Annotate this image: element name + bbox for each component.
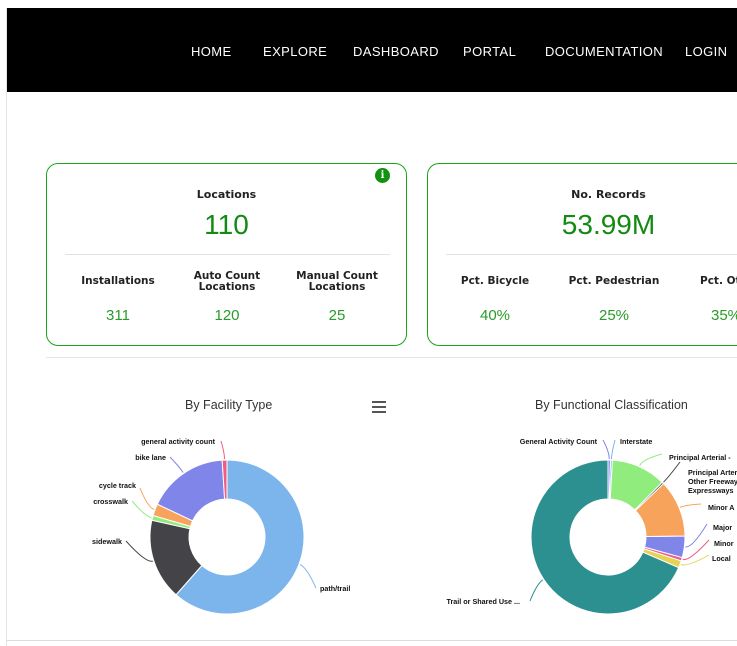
pie-connector-line <box>663 461 681 483</box>
pie-label: Minor A <box>708 503 734 512</box>
pie-label: sidewalk <box>92 537 122 546</box>
pie-connector-line <box>131 500 152 519</box>
pie-connector-line <box>125 540 153 562</box>
pie-connector-line <box>220 440 226 460</box>
page-border-bottom <box>6 640 737 641</box>
pie-label: path/trail <box>320 584 350 593</box>
pie-connector-line <box>602 439 610 460</box>
pie-label: bike lane <box>135 453 166 462</box>
pie-label: Minor <box>714 539 734 548</box>
pie-connector-line <box>685 523 708 548</box>
pie-label-continuation: Expressways <box>688 486 734 495</box>
pie-connector-line <box>610 439 616 460</box>
pie-connector-line <box>679 503 702 508</box>
pie-label: Major <box>713 523 732 532</box>
pie-label: Principal Arterial - <box>669 453 731 462</box>
pie-label: cycle track <box>99 481 136 490</box>
pie-label: Trail or Shared Use ... <box>447 597 521 606</box>
pie-connector-line <box>169 456 184 473</box>
pie-label: Interstate <box>620 437 652 446</box>
pie-label: General Activity Count <box>520 437 598 446</box>
pie-connector-line <box>139 487 155 510</box>
pie-label: general activity count <box>141 437 215 446</box>
pie-label-continuation: Other Freeway <box>688 477 737 486</box>
donut-facility-type: path/trail sidewalk crosswalk cycle track bi… <box>92 437 350 615</box>
pie-label: Local <box>712 554 731 563</box>
pie-label: crosswalk <box>93 497 128 506</box>
pie-connector-line <box>299 564 317 589</box>
pie-connector-line <box>639 453 663 466</box>
pie-label: Principal Arterial - Other Freeways Expr… <box>688 468 737 477</box>
pie-connector-line <box>529 579 544 602</box>
charts-area: path/trail sidewalk crosswalk cycle track bi… <box>92 437 737 615</box>
donut-functional-classification: Trail or Shared Use ... Local Minor Major Mi… <box>447 437 737 615</box>
